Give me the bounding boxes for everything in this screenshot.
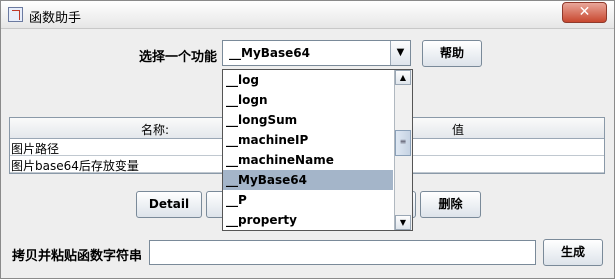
dropdown-scrollbar[interactable]: ▲ ≡ ▼ (394, 70, 412, 230)
chevron-down-icon[interactable]: ▼ (390, 41, 410, 65)
app-window: 函数助手 ✕ 选择一个功能 __MyBase64 ▼ 帮助 名称: 值 图片路径… (0, 0, 615, 279)
function-combobox[interactable]: __MyBase64 ▼ (222, 40, 411, 66)
dropdown-option[interactable]: __machineIP (223, 130, 393, 150)
detail-button[interactable]: Detail (136, 191, 202, 218)
dropdown-option-selected[interactable]: __MyBase64 (223, 170, 393, 190)
scroll-down-icon[interactable]: ▼ (395, 215, 411, 230)
close-button[interactable]: ✕ (562, 2, 607, 23)
function-string-field[interactable] (149, 240, 536, 265)
dropdown-option[interactable]: __log (223, 70, 393, 90)
dropdown-option[interactable]: __longSum (223, 110, 393, 130)
param-name-cell: 图片base64后存放变量 (11, 159, 139, 173)
column-header-name: 名称: (141, 123, 170, 137)
copy-paste-label: 拷贝并粘贴函数字符串 (12, 249, 143, 264)
title-bar[interactable]: 函数助手 ✕ (1, 1, 614, 29)
scrollbar-thumb[interactable]: ≡ (395, 130, 411, 156)
function-select-label: 选择一个功能 (139, 50, 218, 65)
function-combobox-value: __MyBase64 (229, 46, 310, 60)
dropdown-option[interactable]: __logn (223, 90, 393, 110)
dropdown-option[interactable]: __P (223, 190, 393, 210)
param-name-cell: 图片路径 (11, 142, 60, 156)
help-button[interactable]: 帮助 (422, 40, 482, 67)
column-header-value: 值 (452, 123, 465, 137)
function-dropdown-list[interactable]: __log __logn __longSum __machineIP __mac… (222, 69, 413, 231)
dropdown-option[interactable]: __property (223, 210, 393, 230)
window-title: 函数助手 (29, 11, 82, 26)
delete-button[interactable]: 删除 (420, 191, 481, 218)
generate-button[interactable]: 生成 (543, 239, 603, 266)
dropdown-option[interactable]: __machineName (223, 150, 393, 170)
scroll-up-icon[interactable]: ▲ (395, 70, 411, 85)
app-icon (8, 7, 23, 22)
